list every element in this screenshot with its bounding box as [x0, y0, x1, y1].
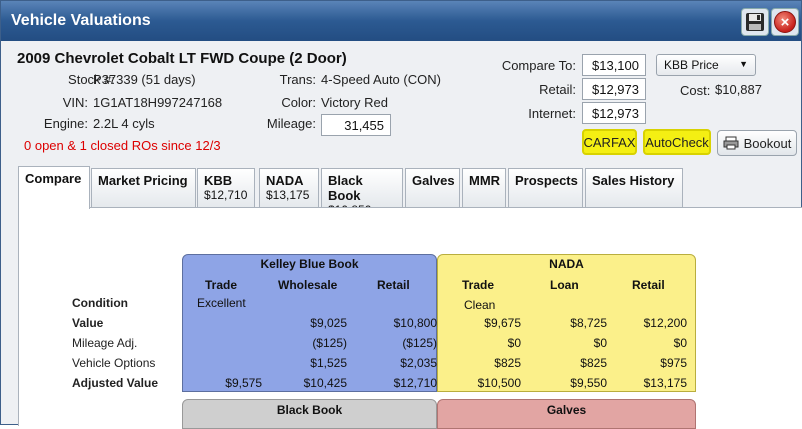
stock-value: P37339 (51 days): [93, 72, 196, 87]
carfax-button[interactable]: CARFAX: [582, 129, 637, 155]
tab-black-book[interactable]: Black Book$10,850: [321, 168, 403, 217]
nada-mileage-retail: $0: [673, 336, 687, 350]
kbb-adjusted-wholesale: $10,425: [303, 376, 347, 390]
nada-adjusted-retail: $13,175: [643, 376, 687, 390]
engine-label: Engine:: [43, 116, 88, 131]
nada-options-loan: $825: [580, 356, 607, 370]
bookout-button[interactable]: Bookout: [717, 130, 797, 156]
tab-kbb-label: KBB: [204, 173, 233, 188]
floppy-disk-icon: [746, 13, 764, 31]
vehicle-valuations-window: Vehicle Valuations × 2009 Chevrolet Coba…: [0, 0, 802, 429]
kbb-mileage-retail: ($125): [402, 336, 437, 350]
tab-sales-history[interactable]: Sales History: [585, 168, 683, 208]
close-button[interactable]: ×: [771, 8, 799, 36]
tab-nada[interactable]: NADA $13,175: [259, 168, 319, 208]
mileage-field[interactable]: 31,455: [321, 114, 391, 136]
tab-mmr-label: MMR: [469, 173, 501, 188]
nada-col-trade: Trade: [462, 278, 495, 292]
tab-nada-value: $13,175: [266, 188, 310, 202]
nada-value-loan: $8,725: [570, 316, 607, 330]
nada-header: NADA: [549, 257, 584, 271]
tab-prospects-label: Prospects: [515, 173, 578, 188]
tab-black-book-label: Black Book: [328, 173, 363, 203]
kbb-mileage-wholesale: ($125): [312, 336, 347, 350]
row-label-adjusted-value: Adjusted Value: [72, 376, 159, 390]
kbb-options-wholesale: $1,525: [310, 356, 347, 370]
close-icon: ×: [774, 11, 796, 33]
tab-market-pricing-label: Market Pricing: [98, 173, 188, 188]
retail-label: Retail:: [539, 82, 576, 97]
kbb-value-wholesale: $9,025: [310, 316, 347, 330]
nada-mileage-loan: $0: [593, 336, 607, 350]
nada-col-retail: Retail: [632, 278, 665, 292]
kbb-col-wholesale: Wholesale: [278, 278, 338, 292]
tab-galves-label: Galves: [412, 173, 455, 188]
kbb-header: Kelley Blue Book: [260, 257, 359, 271]
row-label-condition: Condition: [72, 296, 128, 310]
cost-label: Cost:: [680, 83, 711, 98]
nada-col-loan: Loan: [550, 278, 579, 292]
window-title: Vehicle Valuations: [11, 12, 151, 29]
kbb-col-retail: Retail: [377, 278, 410, 292]
tab-kbb-value: $12,710: [204, 188, 248, 202]
galves-header: Galves: [546, 403, 587, 417]
tab-market-pricing[interactable]: Market Pricing: [91, 168, 196, 208]
row-label-value: Value: [72, 316, 104, 330]
nada-adjusted-loan: $9,550: [570, 376, 607, 390]
save-button[interactable]: [741, 8, 769, 36]
nada-condition: Clean: [464, 298, 496, 312]
kbb-adjusted-trade: $9,575: [225, 376, 262, 390]
cost-value: $10,887: [715, 82, 762, 97]
tab-galves[interactable]: Galves: [405, 168, 460, 208]
tab-compare[interactable]: Compare: [18, 166, 90, 209]
bookout-label: Bookout: [743, 135, 792, 151]
nada-options-retail: $975: [660, 356, 687, 370]
nada-mileage-trade: $0: [507, 336, 521, 350]
compare-to-label: Compare To:: [501, 58, 576, 73]
nada-adjusted-trade: $10,500: [477, 376, 521, 390]
kbb-condition: Excellent: [197, 296, 246, 310]
color-value: Victory Red: [321, 95, 388, 110]
autocheck-button[interactable]: AutoCheck: [643, 129, 711, 155]
vehicle-title: 2009 Chevrolet Cobalt LT FWD Coupe (2 Do…: [17, 50, 347, 67]
internet-label: Internet:: [528, 106, 576, 121]
row-label-vehicle-options: Vehicle Options: [72, 356, 156, 370]
engine-value: 2.2L 4 cyls: [93, 116, 155, 131]
nada-value-trade: $9,675: [484, 316, 521, 330]
row-label-mileage-adj: Mileage Adj.: [72, 336, 138, 350]
printer-icon: [723, 136, 739, 150]
tab-mmr[interactable]: MMR: [462, 168, 506, 208]
tab-compare-label: Compare: [25, 171, 82, 186]
kbb-value-retail: $10,800: [393, 316, 437, 330]
tab-kbb[interactable]: KBB $12,710: [197, 168, 255, 208]
retail-field[interactable]: $12,973: [582, 78, 646, 100]
nada-value-retail: $12,200: [643, 316, 687, 330]
chevron-down-icon: ▼: [739, 59, 748, 69]
kbb-adjusted-retail: $12,710: [393, 376, 437, 390]
title-bar: Vehicle Valuations ×: [1, 1, 801, 41]
nada-options-trade: $825: [494, 356, 521, 370]
compare-source-select[interactable]: KBB Price ▼: [656, 54, 756, 76]
compare-to-field[interactable]: $13,100: [582, 54, 646, 76]
mileage-label: Mileage:: [266, 116, 316, 131]
vin-label: VIN:: [62, 95, 88, 110]
color-label: Color:: [281, 95, 316, 110]
trans-value: 4-Speed Auto (CON): [321, 72, 441, 87]
black-book-header: Black Book: [276, 403, 343, 417]
compare-source-value: KBB Price: [664, 58, 719, 72]
trans-label: Trans:: [279, 72, 316, 87]
tab-prospects[interactable]: Prospects: [508, 168, 583, 208]
tab-nada-label: NADA: [266, 173, 304, 188]
ro-status-text[interactable]: 0 open & 1 closed ROs since 12/3: [24, 138, 221, 153]
kbb-options-retail: $2,035: [400, 356, 437, 370]
internet-field[interactable]: $12,973: [582, 102, 646, 124]
tab-sales-history-label: Sales History: [592, 173, 675, 188]
kbb-col-trade: Trade: [205, 278, 238, 292]
